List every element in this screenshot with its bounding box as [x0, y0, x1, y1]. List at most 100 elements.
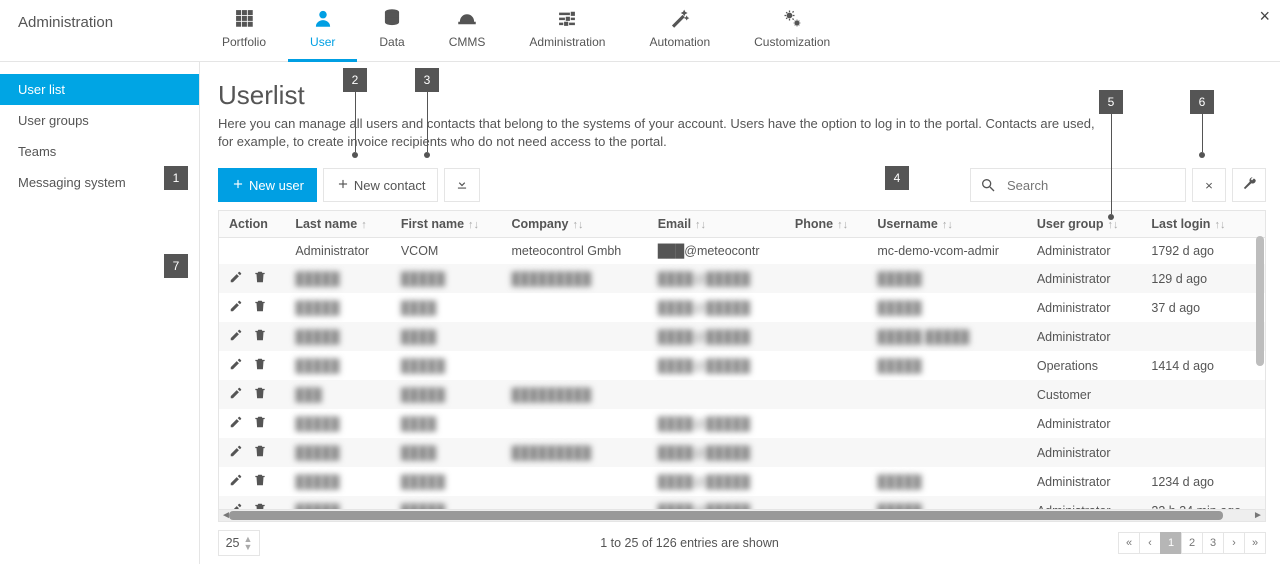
nav-tab-label: Automation	[649, 35, 710, 49]
top-bar: Administration Portfolio User Data CMMS Admi…	[0, 0, 1280, 62]
col-phone[interactable]: Phone↑↓	[785, 211, 867, 238]
delete-icon[interactable]	[253, 444, 267, 461]
table-row[interactable]: █████████████████Customer	[219, 380, 1265, 409]
column-settings-button[interactable]	[1232, 168, 1266, 202]
pager-first[interactable]: «	[1118, 532, 1140, 554]
edit-icon[interactable]	[229, 328, 243, 345]
col-last-name[interactable]: Last name↑	[285, 211, 390, 238]
grid-icon	[234, 8, 254, 31]
pager-last[interactable]: »	[1244, 532, 1266, 554]
nav-tab-label: Portfolio	[222, 35, 266, 49]
pager: «‹123›»	[1119, 532, 1266, 554]
col-email[interactable]: Email↑↓	[648, 211, 785, 238]
horizontal-scrollbar[interactable]: ◄ ►	[218, 510, 1266, 522]
nav-tab-customization[interactable]: Customization	[732, 0, 852, 62]
plus-icon	[336, 177, 350, 194]
new-user-button[interactable]: New user	[218, 168, 317, 202]
col-last-login[interactable]: Last login↑↓	[1141, 211, 1265, 238]
col-first-name[interactable]: First name↑↓	[391, 211, 502, 238]
download-icon	[455, 177, 469, 194]
table-row[interactable]: ██████████████████████@█████Administrato…	[219, 438, 1265, 467]
nav-tab-data[interactable]: Data	[357, 0, 426, 62]
delete-icon[interactable]	[253, 328, 267, 345]
wand-icon	[670, 8, 690, 31]
col-user-group[interactable]: User group↑↓	[1027, 211, 1142, 238]
edit-icon[interactable]	[229, 502, 243, 510]
pager-prev[interactable]: ‹	[1139, 532, 1161, 554]
sidebar-item-user-list[interactable]: User list	[0, 74, 199, 105]
delete-icon[interactable]	[253, 357, 267, 374]
col-company[interactable]: Company↑↓	[501, 211, 647, 238]
wrench-icon	[1242, 176, 1257, 194]
toolbar: New user New contact ×	[218, 168, 1266, 202]
user-table: ActionLast name↑First name↑↓Company↑↓Ema…	[219, 211, 1265, 510]
page-title: Userlist	[218, 80, 1266, 111]
table-row[interactable]: ██████████████@██████████Administrator23…	[219, 496, 1265, 510]
nav-tab-label: Customization	[754, 35, 830, 49]
page-size-label: 25	[226, 536, 240, 550]
app-title: Administration	[0, 0, 200, 45]
nav-tab-cmms[interactable]: CMMS	[427, 0, 508, 62]
table-row[interactable]: ██████████████@██████████Administrator12…	[219, 467, 1265, 496]
pager-page-2[interactable]: 2	[1181, 532, 1203, 554]
top-nav: Portfolio User Data CMMS Administration Autom…	[200, 0, 852, 62]
close-icon: ×	[1205, 178, 1213, 193]
search-icon	[971, 177, 1005, 193]
new-contact-button[interactable]: New contact	[323, 168, 439, 202]
col-username[interactable]: Username↑↓	[867, 211, 1026, 238]
stepper-icon: ▲▼	[243, 535, 252, 551]
table-row[interactable]: █████████████@██████████.█████Administra…	[219, 322, 1265, 351]
nav-tab-user[interactable]: User	[288, 0, 357, 62]
edit-icon[interactable]	[229, 415, 243, 432]
delete-icon[interactable]	[253, 386, 267, 403]
entries-count-label: 1 to 25 of 126 entries are shown	[260, 536, 1119, 550]
col-action[interactable]: Action	[219, 211, 285, 238]
vertical-scrollbar[interactable]	[1256, 236, 1264, 366]
sidebar-item-teams[interactable]: Teams	[0, 136, 199, 167]
sidebar-item-messaging-system[interactable]: Messaging system	[0, 167, 199, 198]
new-contact-label: New contact	[354, 178, 426, 193]
user-icon	[313, 8, 333, 31]
table-row[interactable]: AdministratorVCOMmeteocontrol Gmbh███@me…	[219, 238, 1265, 265]
table-row[interactable]: █████████████@██████████Administrator37 …	[219, 293, 1265, 322]
pager-page-1[interactable]: 1	[1160, 532, 1182, 554]
delete-icon[interactable]	[253, 415, 267, 432]
delete-icon[interactable]	[253, 473, 267, 490]
plus-icon	[231, 177, 245, 194]
edit-icon[interactable]	[229, 270, 243, 287]
edit-icon[interactable]	[229, 357, 243, 374]
scroll-right-icon[interactable]: ►	[1251, 510, 1265, 521]
page-description: Here you can manage all users and contac…	[218, 115, 1098, 150]
page-size-select[interactable]: 25 ▲▼	[218, 530, 260, 556]
table-footer: 25 ▲▼ 1 to 25 of 126 entries are shown «…	[218, 522, 1266, 556]
pager-page-3[interactable]: 3	[1202, 532, 1224, 554]
download-button[interactable]	[444, 168, 480, 202]
nav-tab-label: Data	[379, 35, 404, 49]
nav-tab-portfolio[interactable]: Portfolio	[200, 0, 288, 62]
nav-tab-label: User	[310, 35, 335, 49]
table-row[interactable]: ██████████████@██████████Operations1414 …	[219, 351, 1265, 380]
sliders-icon	[557, 8, 577, 31]
table-row[interactable]: ███████████████████████@██████████Admini…	[219, 264, 1265, 293]
nav-tab-label: Administration	[529, 35, 605, 49]
new-user-label: New user	[249, 178, 304, 193]
user-table-wrap: ActionLast name↑First name↑↓Company↑↓Ema…	[218, 210, 1266, 510]
delete-icon[interactable]	[253, 270, 267, 287]
helmet-icon	[457, 8, 477, 31]
main-area: Userlist Here you can manage all users a…	[200, 62, 1280, 564]
edit-icon[interactable]	[229, 473, 243, 490]
nav-tab-automation[interactable]: Automation	[627, 0, 732, 62]
pager-next[interactable]: ›	[1223, 532, 1245, 554]
edit-icon[interactable]	[229, 299, 243, 316]
table-row[interactable]: █████████████@█████Administrator	[219, 409, 1265, 438]
nav-tab-administration[interactable]: Administration	[507, 0, 627, 62]
close-icon[interactable]: ×	[1249, 0, 1280, 33]
delete-icon[interactable]	[253, 502, 267, 510]
edit-icon[interactable]	[229, 386, 243, 403]
sidebar-item-user-groups[interactable]: User groups	[0, 105, 199, 136]
scroll-thumb[interactable]	[229, 511, 1223, 520]
delete-icon[interactable]	[253, 299, 267, 316]
edit-icon[interactable]	[229, 444, 243, 461]
clear-search-button[interactable]: ×	[1192, 168, 1226, 202]
search-input[interactable]	[1005, 169, 1185, 201]
